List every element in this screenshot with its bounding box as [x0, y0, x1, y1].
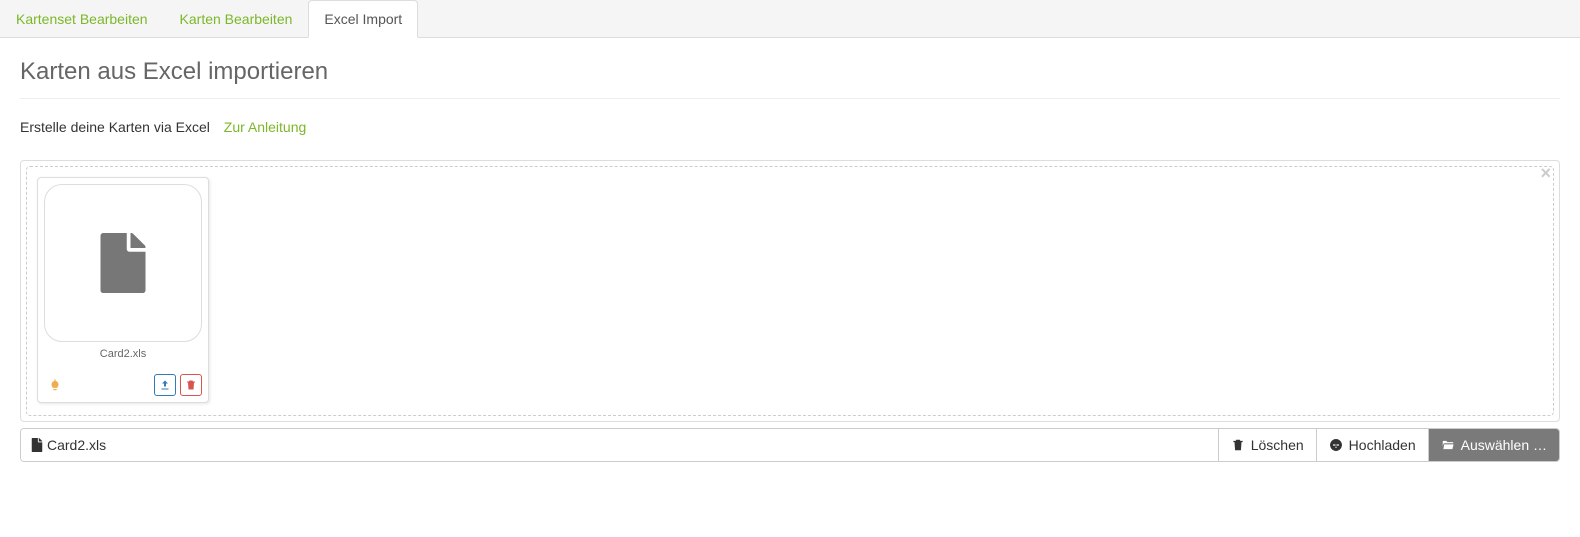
file-card-actions [44, 374, 202, 396]
bottom-bar: Card2.xls Löschen Hochladen Auswählen … [20, 428, 1560, 462]
trash-icon [1231, 438, 1245, 452]
content: Karten aus Excel importieren Erstelle de… [0, 38, 1580, 482]
file-icon [31, 438, 43, 452]
upload-button[interactable]: Hochladen [1316, 429, 1428, 461]
upload-button-label: Hochladen [1349, 437, 1416, 453]
delete-button-label: Löschen [1251, 437, 1304, 453]
guide-link[interactable]: Zur Anleitung [224, 119, 307, 135]
upload-icon [1329, 438, 1343, 452]
subtitle-row: Erstelle deine Karten via Excel Zur Anle… [20, 119, 1560, 135]
tab-excel-import[interactable]: Excel Import [308, 0, 418, 38]
file-delete-button[interactable] [180, 374, 202, 396]
tabs-bar: Kartenset Bearbeiten Karten Bearbeiten E… [0, 0, 1580, 38]
file-card: Card2.xls [37, 177, 209, 403]
page-title: Karten aus Excel importieren [20, 58, 1560, 99]
subtitle-text: Erstelle deine Karten via Excel [20, 119, 210, 135]
drop-zone[interactable]: Card2.xls [26, 166, 1554, 416]
file-icon [99, 233, 147, 293]
file-thumbnail [44, 184, 202, 342]
file-name-label: Card2.xls [44, 348, 202, 360]
file-upload-button[interactable] [154, 374, 176, 396]
selected-file-display: Card2.xls [21, 429, 1218, 461]
tab-cards-edit[interactable]: Karten Bearbeiten [164, 0, 309, 38]
select-button[interactable]: Auswählen … [1428, 429, 1559, 461]
tab-cardset-edit[interactable]: Kartenset Bearbeiten [0, 0, 164, 38]
delete-button[interactable]: Löschen [1218, 429, 1316, 461]
drop-panel: × Card2.xls [20, 160, 1560, 422]
select-button-label: Auswählen … [1461, 437, 1547, 453]
folder-open-icon [1441, 438, 1455, 452]
pending-indicator-icon [44, 374, 66, 396]
selected-file-name: Card2.xls [47, 437, 106, 453]
